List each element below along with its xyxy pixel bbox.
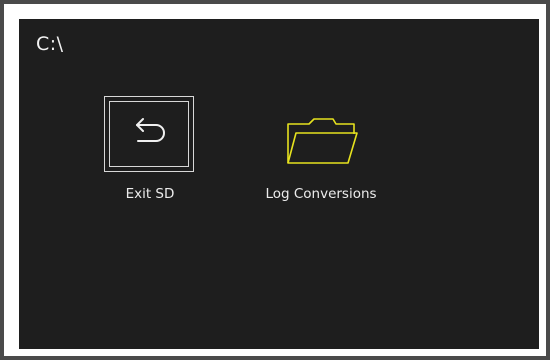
device-frame: C:\ Exit SD Log Conversions xyxy=(0,0,550,360)
exit-sd-icon-frame xyxy=(104,96,194,172)
log-conversions-label: Log Conversions xyxy=(265,186,377,202)
folder-icon xyxy=(287,118,358,164)
current-path: C:\ xyxy=(36,33,64,55)
back-arrow-icon xyxy=(136,118,165,142)
exit-sd-label: Exit SD xyxy=(125,186,175,202)
file-browser-screen: C:\ Exit SD Log Conversions xyxy=(19,19,539,349)
